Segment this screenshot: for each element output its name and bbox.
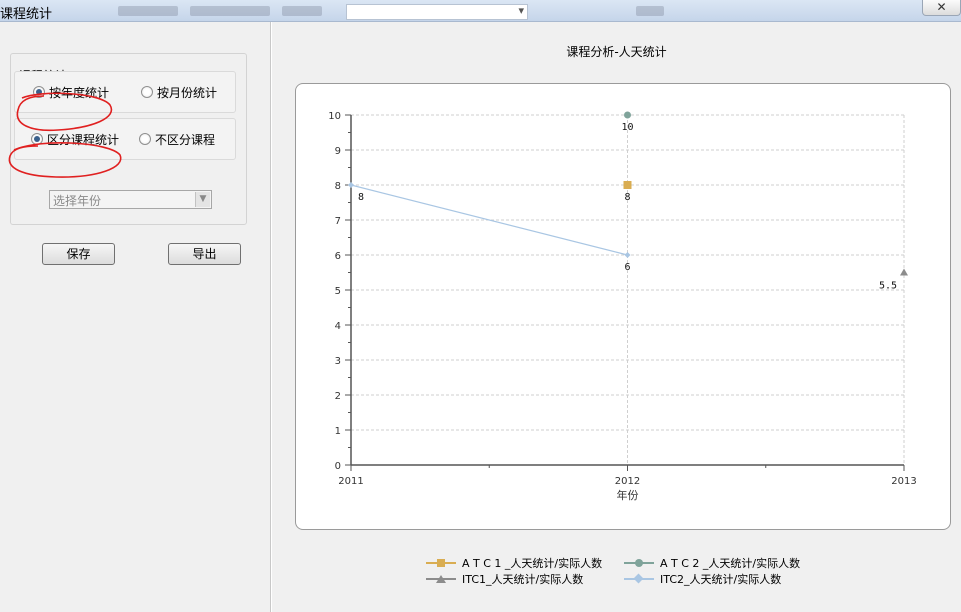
y-tick-label: 4: [335, 321, 341, 332]
y-tick-label: 2: [335, 391, 341, 402]
chart-plot: 0 1 2 3 4 5 6 7 8 9 10 2011 2012 2013 年份 8 10 5.5 8 6: [328, 111, 916, 502]
legend-label: ITC1_人天统计/实际人数: [462, 573, 584, 586]
y-tick-label: 7: [335, 216, 341, 227]
x-tick-label: 2012: [615, 476, 640, 487]
y-tick-label: 8: [335, 181, 341, 192]
y-tick-label: 5: [335, 286, 341, 297]
legend-label: A T C 1 _人天统计/实际人数: [462, 557, 603, 570]
y-tick-label: 6: [335, 251, 341, 262]
data-point: [348, 182, 354, 188]
x-tick-label: 2011: [338, 476, 363, 487]
data-point: [900, 268, 908, 276]
y-tick-label: 3: [335, 356, 341, 367]
y-tick-label: 9: [335, 146, 341, 157]
legend-swatch: [624, 558, 654, 568]
legend-item: ITC1_人天统计/实际人数: [426, 571, 583, 587]
legend-item: A T C 1 _人天统计/实际人数: [426, 555, 602, 571]
data-label: 8: [624, 192, 630, 203]
data-point: [623, 181, 632, 189]
y-tick-label: 0: [335, 461, 341, 472]
y-tick-label: 1: [335, 426, 341, 437]
legend-swatch: [624, 574, 654, 584]
legend-swatch: [426, 558, 456, 568]
legend-swatch: [426, 574, 456, 584]
x-tick-label: 2013: [891, 476, 916, 487]
legend-item: A T C 2 _人天统计/实际人数: [624, 555, 800, 571]
x-axis-label: 年份: [617, 488, 639, 502]
data-label: 10: [621, 122, 633, 133]
data-label: 8: [358, 192, 364, 203]
legend-item: ITC2_人天统计/实际人数: [624, 571, 781, 587]
data-point: [624, 252, 631, 258]
y-tick-label: 10: [328, 111, 341, 122]
data-label: 5.5: [879, 281, 897, 292]
legend-label: ITC2_人天统计/实际人数: [660, 573, 782, 586]
legend-label: A T C 2 _人天统计/实际人数: [660, 557, 801, 570]
data-point: [624, 111, 631, 119]
data-label: 6: [624, 262, 630, 273]
